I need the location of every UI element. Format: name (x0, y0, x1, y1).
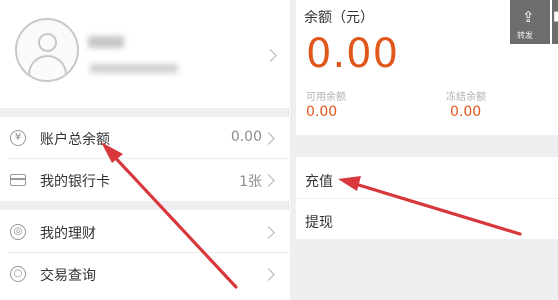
bank-card-label: 我的银行卡 (40, 174, 110, 190)
transaction-query-label: 交易查询 (40, 268, 96, 284)
recharge-button[interactable]: 充值 (305, 171, 333, 191)
frozen-balance-value: 0.00 (450, 104, 482, 120)
transaction-query-row[interactable]: ○ 交易查询 (0, 253, 289, 295)
share-label: 转发 (517, 31, 533, 40)
chevron-right-icon (262, 268, 275, 281)
bank-card-row[interactable]: 我的银行卡 1张 (0, 159, 289, 201)
total-balance-label: 账户总余额 (40, 132, 110, 148)
available-balance-label: 可用余额 (306, 92, 346, 103)
wealth-label: 我的理财 (40, 226, 96, 242)
bank-card-count: 1张 (239, 174, 262, 190)
wealth-icon: ◎ (10, 224, 26, 240)
chevron-right-icon (262, 132, 275, 145)
blurred-username (88, 36, 124, 48)
search-icon: ○ (10, 266, 26, 282)
action-card: 充值 提现 (296, 157, 558, 239)
wealth-row[interactable]: ◎ 我的理财 (0, 211, 289, 253)
chevron-right-icon (262, 174, 275, 187)
balance-card: 余额（元） 0.00 可用余额 0.00 冻结余额 0.00 ⇪ 转发 ▮ (296, 0, 558, 135)
yen-icon: ¥ (10, 130, 26, 146)
bookmark-icon: ▮ (553, 9, 558, 24)
blurred-account-id (90, 64, 178, 73)
chevron-right-icon (264, 49, 277, 62)
balance-amount: 0.00 (306, 31, 400, 77)
available-balance-value: 0.00 (306, 104, 338, 120)
bank-card-icon (10, 174, 26, 186)
divider (296, 198, 558, 199)
balance-title: 余额（元） (304, 10, 374, 26)
share-button[interactable]: ⇪ 转发 (510, 0, 550, 44)
account-group-1: ¥ 账户总余额 0.00 我的银行卡 1张 (0, 117, 289, 201)
account-group-2: ◎ 我的理财 ○ 交易查询 (0, 210, 289, 300)
avatar-head-shape (38, 33, 57, 52)
profile-header[interactable] (0, 0, 289, 108)
account-panel: ¥ 账户总余额 0.00 我的银行卡 1张 ◎ 我的理财 ○ 交易查询 (0, 0, 289, 300)
more-button[interactable]: ▮ (552, 0, 558, 44)
balance-panel: 余额（元） 0.00 可用余额 0.00 冻结余额 0.00 ⇪ 转发 ▮ 充值… (290, 0, 558, 300)
frozen-balance-label: 冻结余额 (446, 92, 486, 103)
chevron-right-icon (262, 226, 275, 239)
withdraw-button[interactable]: 提现 (305, 212, 333, 232)
avatar (15, 18, 79, 82)
total-balance-row[interactable]: ¥ 账户总余额 0.00 (0, 117, 289, 159)
share-icon: ⇪ (522, 8, 535, 26)
avatar-body-shape (28, 55, 67, 80)
total-balance-value: 0.00 (230, 129, 262, 145)
